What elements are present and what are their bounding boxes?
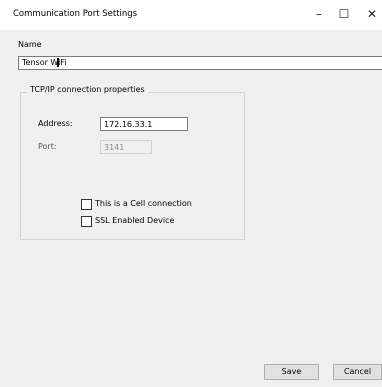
close-icon[interactable]: ✕ — [358, 3, 382, 25]
port-label: Port: — [38, 142, 57, 151]
port-input: 3141 — [100, 140, 152, 154]
text-cursor — [57, 58, 59, 67]
minimize-icon[interactable]: – — [305, 3, 333, 25]
cell-connection-checkbox[interactable] — [81, 199, 92, 210]
address-label: Address: — [38, 119, 73, 128]
cancel-button[interactable]: Cancel — [333, 364, 382, 380]
ssl-device-checkbox[interactable] — [81, 216, 92, 227]
address-input[interactable]: 172.16.33.1 — [100, 117, 188, 131]
cell-connection-label[interactable]: This is a Cell connection — [95, 199, 192, 208]
title-bar: Communication Port Settings – ☐ ✕ — [0, 0, 382, 30]
ssl-device-label[interactable]: SSL Enabled Device — [95, 216, 174, 225]
save-button[interactable]: Save — [264, 364, 319, 380]
name-label: Name — [18, 40, 42, 49]
tcpip-group-title: TCP/IP connection properties — [27, 85, 148, 94]
maximize-icon[interactable]: ☐ — [330, 3, 358, 25]
name-input[interactable]: Tensor WiFi — [18, 56, 382, 70]
window-title: Communication Port Settings — [13, 9, 138, 19]
